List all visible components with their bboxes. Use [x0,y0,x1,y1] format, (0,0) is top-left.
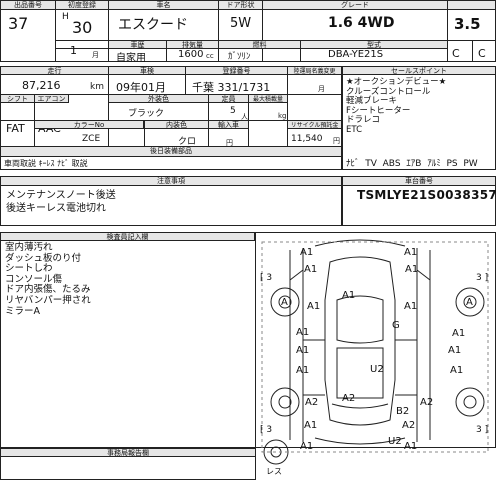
damage-mark: A1 [296,345,310,356]
damage-mark: A1 [342,290,356,301]
damage-mark: A2 [402,420,416,431]
damage-mark: A1 [304,420,318,431]
damage-mark: A1 [448,345,462,356]
damage-mark: A2 [305,397,319,408]
side-3-bl: [ 3 [260,425,273,435]
damage-mark: A1 [296,327,310,338]
damage-mark: A1 [307,301,321,312]
damage-mark: A1 [404,247,418,258]
damage-mark: B2 [396,406,410,417]
damage-mark: A1 [296,365,310,376]
damage-mark: A2 [420,397,434,408]
damage-mark: A [466,297,473,308]
side-3-tl: [ 3 [260,273,273,283]
damage-mark: A1 [404,441,418,452]
damage-mark: A1 [300,441,314,452]
tire-label: レス [266,467,282,476]
damage-mark: A1 [452,328,466,339]
damage-mark: A1 [450,365,464,376]
damage-mark: A [281,297,288,308]
side-3-tr: 3 ] [476,273,489,283]
damage-mark: G [392,320,400,331]
damage-mark: U2 [388,436,402,447]
damage-mark: U2 [370,364,384,375]
report-title: 事務局報告欄 [0,448,256,457]
damage-mark: A1 [404,301,418,312]
damage-mark: A1 [300,247,314,258]
car-diagram [261,239,489,465]
damage-mark: A2 [342,393,356,404]
damage-mark: A1 [304,264,318,275]
damage-mark: A1 [405,264,419,275]
side-3-br: 3 ] [476,425,489,435]
